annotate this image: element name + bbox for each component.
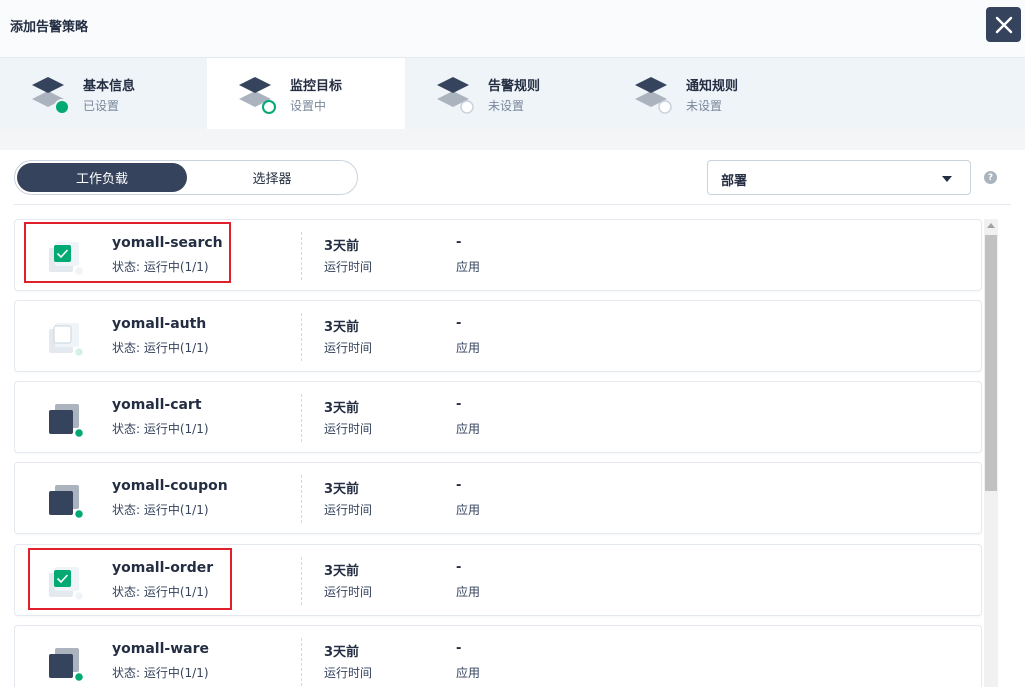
workload-time-label: 运行时间 (324, 260, 373, 274)
workload-status: 状态: 运行中(1/1) (112, 260, 209, 274)
workload-time: 3天前 (324, 482, 360, 497)
column-divider (301, 475, 302, 523)
list-scrollbar[interactable] (984, 219, 998, 687)
workload-name: yomall-cart (112, 397, 202, 413)
workload-time-label: 运行时间 (324, 666, 373, 680)
workload-time-label: 运行时间 (324, 341, 373, 355)
step-bar: 基本信息 已设置 监控目标 设置中 告警规则 未设置 通知规则 未设置 (0, 58, 1025, 129)
workload-icon[interactable] (45, 644, 85, 684)
workload-app-label: 应用 (456, 503, 481, 517)
workload-app: - (456, 641, 462, 656)
workload-name: yomall-coupon (112, 478, 228, 494)
workload-app: - (456, 316, 462, 331)
column-divider (301, 232, 302, 280)
workload-name: yomall-ware (112, 641, 209, 657)
scroll-up-icon[interactable] (987, 223, 995, 228)
workload-card[interactable]: yomall-ware 状态: 运行中(1/1) 3天前 运行时间 - 应用 (14, 625, 982, 687)
step-title: 告警规则 (488, 79, 541, 94)
workload-type-switch: 工作负载 选择器 (14, 160, 358, 195)
workload-icon[interactable] (45, 400, 85, 440)
workload-time: 3天前 (324, 239, 360, 254)
step-subtitle: 未设置 (686, 99, 723, 113)
workload-status: 状态: 运行中(1/1) (112, 666, 209, 680)
workload-status: 状态: 运行中(1/1) (112, 503, 209, 517)
workload-card[interactable]: yomall-auth 状态: 运行中(1/1) 3天前 运行时间 - 应用 (14, 300, 982, 372)
workload-time: 3天前 (324, 320, 360, 335)
step-notify-rules[interactable]: 通知规则 未设置 (603, 58, 801, 129)
layers-icon (239, 77, 276, 114)
workload-checkbox[interactable] (45, 563, 85, 603)
step-title: 基本信息 (83, 79, 136, 94)
workload-card[interactable]: yomall-search 状态: 运行中(1/1) 3天前 运行时间 - 应用 (14, 219, 982, 291)
workload-name: yomall-search (112, 235, 223, 251)
step-subtitle: 设置中 (290, 99, 327, 113)
layers-icon (32, 77, 70, 115)
content-panel: 工作负载 选择器 部署 ? yomall-search 状态: 运行中(1/1)… (0, 150, 1025, 687)
help-icon[interactable]: ? (984, 171, 997, 184)
tab-workload[interactable]: 工作负载 (17, 163, 187, 192)
workload-app-label: 应用 (456, 422, 481, 436)
workload-card[interactable]: yomall-cart 状态: 运行中(1/1) 3天前 运行时间 - 应用 (14, 381, 982, 453)
workload-time: 3天前 (324, 564, 360, 579)
scroll-thumb[interactable] (985, 235, 997, 491)
workload-list: yomall-search 状态: 运行中(1/1) 3天前 运行时间 - 应用… (14, 219, 982, 687)
dialog-title: 添加告警策略 (10, 20, 89, 35)
close-icon (995, 16, 1012, 33)
step-title: 监控目标 (290, 79, 343, 94)
workload-time-label: 运行时间 (324, 585, 373, 599)
workload-app: - (456, 560, 462, 575)
workload-checkbox[interactable] (45, 319, 85, 359)
workload-card[interactable]: yomall-coupon 状态: 运行中(1/1) 3天前 运行时间 - 应用 (14, 462, 982, 534)
caret-down-icon (942, 176, 952, 182)
workload-app-label: 应用 (456, 585, 481, 599)
select-value: 部署 (721, 174, 748, 189)
workload-name: yomall-auth (112, 316, 207, 332)
column-divider (301, 394, 302, 442)
step-subtitle: 未设置 (488, 99, 525, 113)
column-divider (301, 557, 302, 605)
workload-status: 状态: 运行中(1/1) (112, 341, 209, 355)
step-monitor-target[interactable]: 监控目标 设置中 (207, 58, 405, 129)
workload-time: 3天前 (324, 645, 360, 660)
dialog-header: 添加告警策略 (0, 0, 1025, 58)
workload-status: 状态: 运行中(1/1) (112, 422, 209, 436)
step-basic-info[interactable]: 基本信息 已设置 (0, 58, 198, 129)
workload-checkbox[interactable] (45, 238, 85, 278)
workload-time: 3天前 (324, 401, 360, 416)
column-divider (301, 638, 302, 686)
workload-kind-select[interactable]: 部署 (707, 160, 971, 195)
layers-icon (437, 77, 474, 114)
workload-app-label: 应用 (456, 260, 481, 274)
workload-card[interactable]: yomall-order 状态: 运行中(1/1) 3天前 运行时间 - 应用 (14, 544, 982, 616)
workload-app-label: 应用 (456, 341, 481, 355)
workload-status: 状态: 运行中(1/1) (112, 585, 209, 599)
step-title: 通知规则 (686, 79, 739, 94)
workload-time-label: 运行时间 (324, 422, 373, 436)
workload-time-label: 运行时间 (324, 503, 373, 517)
workload-app: - (456, 235, 462, 250)
tab-selector[interactable]: 选择器 (187, 163, 357, 192)
divider (14, 204, 1011, 205)
layers-icon (635, 77, 672, 114)
column-divider (301, 313, 302, 361)
close-button[interactable] (986, 7, 1021, 42)
workload-app: - (456, 397, 462, 412)
step-subtitle: 已设置 (83, 99, 120, 113)
step-alert-rules[interactable]: 告警规则 未设置 (405, 58, 603, 129)
workload-name: yomall-order (112, 560, 214, 576)
workload-app: - (456, 478, 462, 493)
workload-app-label: 应用 (456, 666, 481, 680)
workload-icon[interactable] (45, 481, 85, 521)
